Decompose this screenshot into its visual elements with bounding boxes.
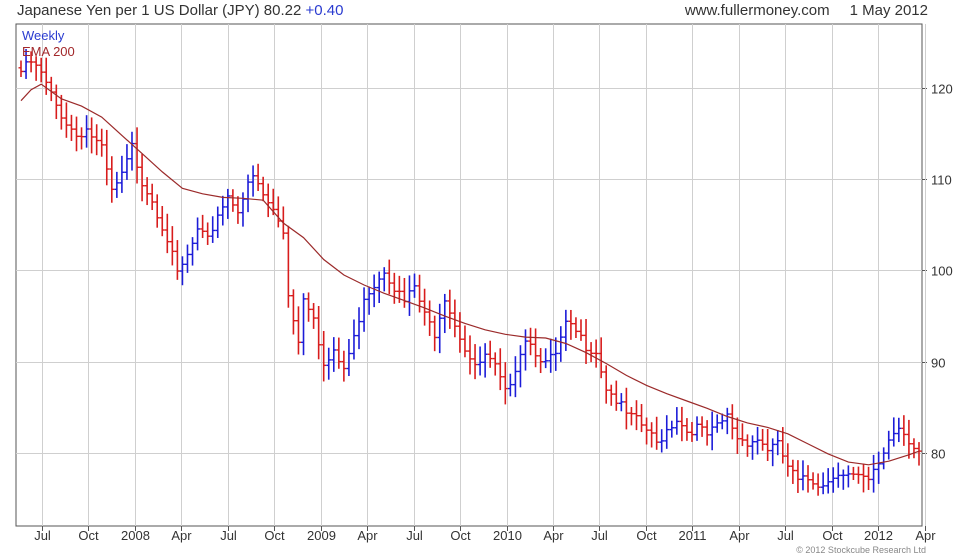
x-tick-label: Oct [822,528,843,543]
y-tick-label: 80 [931,447,945,462]
legend-ema: EMA 200 [22,44,75,59]
plot-frame [15,23,923,527]
x-tick-label: Oct [636,528,657,543]
x-tick-label: Jul [406,528,423,543]
x-tick-label: Apr [357,528,378,543]
y-tick-label: 120 [931,82,953,97]
x-tick-label: Apr [543,528,564,543]
copyright-text: © 2012 Stockcube Research Ltd [796,545,926,555]
x-tick-label: Jul [591,528,608,543]
x-tick-label: Jul [777,528,794,543]
x-tick-label: Jul [220,528,237,543]
y-tick-label: 90 [931,356,945,371]
x-tick-label: Apr [729,528,750,543]
legend-weekly: Weekly [22,28,65,43]
price-chart: 80 90 100 110 120 Jul Oct 2008 Apr Jul Oct 2009 Apr J… [15,23,953,543]
x-tick-label: 2010 [493,528,522,543]
x-tick-label: Jul [34,528,51,543]
x-tick-label: Oct [450,528,471,543]
x-tick-label: 2012 [864,528,893,543]
x-tick-label: 2011 [679,528,707,543]
y-tick-label: 100 [931,264,953,279]
x-tick-label: Oct [264,528,285,543]
y-tick-label: 110 [931,173,952,188]
x-tick-label: Oct [78,528,99,543]
x-tick-label: Apr [915,528,936,543]
x-tick-label: Apr [171,528,192,543]
x-tick-label: 2009 [307,528,336,543]
chart-legend: Weekly EMA 200 [22,28,75,60]
x-tick-label: 2008 [121,528,150,543]
